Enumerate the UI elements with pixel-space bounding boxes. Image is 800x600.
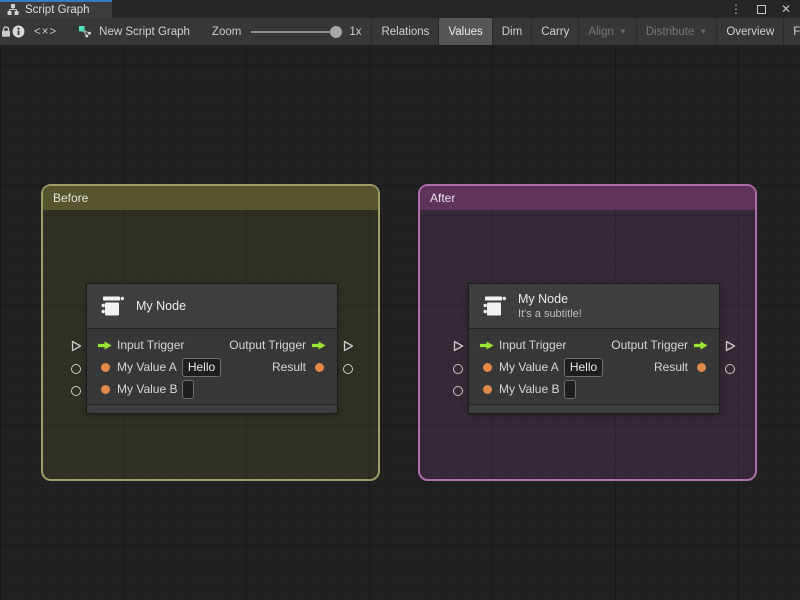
data-port-icon[interactable] bbox=[479, 362, 495, 372]
relations-button[interactable]: Relations bbox=[372, 18, 438, 45]
data-input-port-outer[interactable] bbox=[452, 363, 464, 375]
zoom-slider-handle[interactable] bbox=[330, 25, 343, 38]
overview-button[interactable]: Overview bbox=[717, 18, 783, 45]
distribute-dropdown[interactable]: Distribute ▼ bbox=[637, 18, 717, 45]
node-ports: Input Trigger Output Trigger My Value A … bbox=[469, 329, 719, 404]
port-label: My Value A bbox=[499, 360, 559, 374]
trigger-arrow-icon[interactable] bbox=[479, 340, 495, 351]
port-label: Result bbox=[653, 360, 688, 374]
tab-label: Script Graph bbox=[25, 4, 90, 16]
data-output-port-outer[interactable] bbox=[724, 363, 736, 375]
node-header[interactable]: My Node It's a subtitle! bbox=[469, 284, 719, 329]
data-port-icon[interactable] bbox=[479, 384, 495, 394]
node-icon bbox=[481, 293, 507, 319]
trigger-arrow-icon[interactable] bbox=[97, 340, 113, 351]
port-label: Output Trigger bbox=[229, 338, 306, 352]
node-title: My Node bbox=[136, 299, 187, 313]
port-label: Result bbox=[271, 360, 306, 374]
port-label: Output Trigger bbox=[611, 338, 688, 352]
toolbar-right-group: Relations Values Dim Carry Align ▼ Distr… bbox=[371, 18, 800, 45]
exec-output-port-outer[interactable] bbox=[724, 340, 736, 352]
zoom-label: Zoom bbox=[211, 25, 242, 38]
group-before[interactable]: Before My Node Input Trigger Output Trig… bbox=[41, 184, 380, 481]
exec-input-port-outer[interactable] bbox=[452, 340, 464, 352]
window-controls: ⋮ ✕ bbox=[730, 0, 800, 18]
group-title: Before bbox=[53, 191, 89, 205]
data-input-port-outer[interactable] bbox=[70, 385, 82, 397]
value-b-input[interactable] bbox=[564, 379, 577, 399]
group-after[interactable]: After My Node It's a subtitle! Input Tri… bbox=[418, 184, 757, 481]
port-label: My Value B bbox=[117, 382, 178, 396]
port-row: Input Trigger Output Trigger bbox=[87, 334, 337, 356]
inspector-button[interactable] bbox=[12, 18, 25, 45]
chevron-down-icon: ▼ bbox=[699, 27, 708, 36]
port-row: My Value A Hello Result bbox=[469, 356, 719, 378]
align-dropdown[interactable]: Align ▼ bbox=[579, 18, 636, 45]
distribute-label: Distribute bbox=[645, 25, 695, 38]
data-input-port-outer[interactable] bbox=[70, 363, 82, 375]
zoom-value: 1x bbox=[349, 25, 362, 38]
node-footer bbox=[469, 404, 719, 413]
menu-icon[interactable]: ⋮ bbox=[730, 3, 742, 15]
lock-icon bbox=[0, 25, 12, 38]
node-ports: Input Trigger Output Trigger My Value A … bbox=[87, 329, 337, 404]
port-label: My Value A bbox=[117, 360, 177, 374]
graph-name-label: New Script Graph bbox=[99, 25, 190, 38]
data-port-icon[interactable] bbox=[693, 362, 709, 372]
port-label: Input Trigger bbox=[499, 338, 567, 352]
tab-script-graph[interactable]: Script Graph bbox=[0, 0, 112, 18]
code-icon: <×> bbox=[34, 25, 58, 38]
node-header[interactable]: My Node bbox=[87, 284, 337, 329]
data-port-icon[interactable] bbox=[97, 384, 113, 394]
port-row: My Value B bbox=[469, 378, 719, 400]
exec-input-port-outer[interactable] bbox=[70, 340, 82, 352]
values-button[interactable]: Values bbox=[439, 18, 492, 45]
node-my-node-before[interactable]: My Node Input Trigger Output Trigger My … bbox=[71, 284, 354, 413]
port-label: My Value B bbox=[499, 382, 560, 396]
code-preview-button[interactable]: <×> bbox=[25, 18, 66, 45]
data-port-icon[interactable] bbox=[97, 362, 113, 372]
value-b-input[interactable] bbox=[182, 379, 195, 399]
group-before-header[interactable]: Before bbox=[43, 186, 378, 210]
script-graph-hierarchy-icon bbox=[7, 4, 19, 16]
data-input-port-outer[interactable] bbox=[452, 385, 464, 397]
fullscreen-button[interactable]: Full Scr bbox=[784, 18, 800, 45]
value-a-input[interactable]: Hello bbox=[181, 357, 222, 377]
port-label: Input Trigger bbox=[117, 338, 185, 352]
close-icon[interactable]: ✕ bbox=[781, 3, 791, 15]
node-title: My Node bbox=[518, 292, 569, 306]
node-icon bbox=[99, 293, 125, 319]
align-label: Align bbox=[588, 25, 614, 38]
dim-button[interactable]: Dim bbox=[493, 18, 531, 45]
graph-breadcrumb[interactable]: New Script Graph bbox=[66, 18, 202, 45]
trigger-arrow-icon[interactable] bbox=[693, 340, 709, 351]
data-output-port-outer[interactable] bbox=[342, 363, 354, 375]
carry-button[interactable]: Carry bbox=[532, 18, 578, 45]
node-footer bbox=[87, 404, 337, 413]
port-row: My Value A Hello Result bbox=[87, 356, 337, 378]
chevron-down-icon: ▼ bbox=[618, 27, 627, 36]
graph-toolbar: <×> New Script Graph Zoom 1x Relations V… bbox=[0, 18, 800, 45]
group-title: After bbox=[430, 191, 456, 205]
exec-output-port-outer[interactable] bbox=[342, 340, 354, 352]
zoom-slider[interactable] bbox=[251, 25, 343, 38]
maximize-icon[interactable] bbox=[756, 4, 766, 14]
zoom-control: Zoom 1x bbox=[202, 18, 372, 45]
group-after-header[interactable]: After bbox=[420, 186, 755, 210]
node-subtitle: It's a subtitle! bbox=[518, 308, 582, 320]
port-row: Input Trigger Output Trigger bbox=[469, 334, 719, 356]
info-icon bbox=[12, 25, 25, 38]
node-my-node-after[interactable]: My Node It's a subtitle! Input Trigger O… bbox=[453, 284, 736, 413]
graph-icon bbox=[78, 25, 92, 39]
trigger-arrow-icon[interactable] bbox=[311, 340, 327, 351]
title-bar: Script Graph ⋮ ✕ bbox=[0, 0, 800, 18]
lock-button[interactable] bbox=[0, 18, 12, 45]
value-a-input[interactable]: Hello bbox=[563, 357, 604, 377]
data-port-icon[interactable] bbox=[311, 362, 327, 372]
graph-canvas[interactable]: Before My Node Input Trigger Output Trig… bbox=[0, 45, 800, 600]
port-row: My Value B bbox=[87, 378, 337, 400]
